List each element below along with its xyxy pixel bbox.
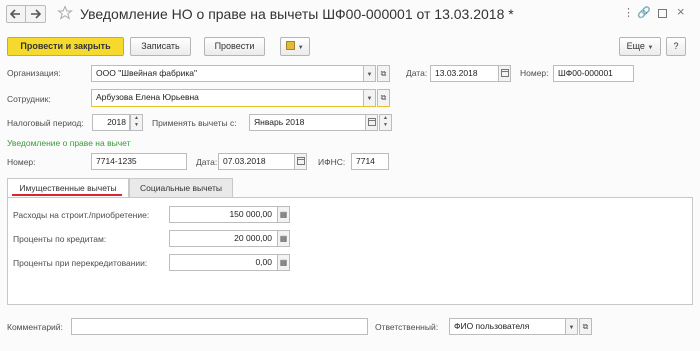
write-button[interactable]: Записать: [130, 37, 191, 56]
apply-from-field[interactable]: Январь 2018: [249, 114, 366, 131]
open-icon: ⧉: [380, 93, 387, 102]
responsible-dropdown-button[interactable]: ▼: [565, 318, 578, 335]
chevron-down-icon: ▼: [647, 45, 654, 51]
step-up-icon: ▲: [383, 115, 388, 121]
construction-field[interactable]: 150 000,00: [169, 206, 278, 223]
employee-dropdown-button[interactable]: ▼: [363, 89, 376, 107]
chevron-down-icon: ▼: [366, 72, 373, 78]
responsible-open-button[interactable]: ⧉: [579, 318, 592, 335]
calculator-icon: ▦: [279, 258, 288, 267]
ifns-label: ИФНС:: [318, 157, 346, 167]
interest-field[interactable]: 20 000,00: [169, 230, 278, 247]
chevron-down-icon: ▼: [366, 96, 373, 102]
org-open-button[interactable]: ⧉: [377, 65, 390, 82]
print-icon: [286, 41, 296, 50]
calculator-icon: ▦: [279, 210, 288, 219]
date-calendar-button[interactable]: [498, 65, 511, 82]
notice-number-field[interactable]: 7714-1235: [91, 153, 187, 170]
ifns-field[interactable]: 7714: [351, 153, 389, 170]
post-button[interactable]: Провести: [204, 37, 265, 56]
tax-period-stepper[interactable]: ▲ ▼: [130, 114, 143, 131]
refinance-calc-button[interactable]: ▦: [277, 254, 290, 271]
number-field[interactable]: ШФ00-000001: [553, 65, 634, 82]
step-up-icon: ▲: [134, 115, 139, 121]
link-icon[interactable]: 🔗: [637, 6, 651, 19]
interest-calc-button[interactable]: ▦: [277, 230, 290, 247]
step-down-icon: ▼: [383, 122, 388, 128]
more-button[interactable]: Еще ▼: [619, 37, 661, 56]
notice-section-title: Уведомление о праве на вычет: [7, 138, 131, 148]
org-field[interactable]: ООО "Швейная фабрика": [91, 65, 364, 82]
interest-label: Проценты по кредитам:: [13, 234, 107, 244]
favorite-button[interactable]: [57, 5, 73, 21]
apply-from-calendar-button[interactable]: [365, 114, 378, 131]
apply-from-stepper[interactable]: ▲ ▼: [379, 114, 392, 131]
print-dropdown-button[interactable]: ▼: [280, 37, 310, 56]
number-label: Номер:: [520, 68, 549, 78]
notice-date-label: Дата:: [196, 157, 218, 167]
calculator-icon: ▦: [279, 234, 288, 243]
calendar-icon: [296, 157, 305, 165]
construction-calc-button[interactable]: ▦: [277, 206, 290, 223]
comment-label: Комментарий:: [7, 322, 63, 332]
maximize-icon[interactable]: [658, 9, 667, 18]
org-dropdown-button[interactable]: ▼: [363, 65, 376, 82]
construction-label: Расходы на строит./приобретение:: [13, 210, 150, 220]
chevron-down-icon: ▼: [568, 325, 575, 331]
refinance-field[interactable]: 0,00: [169, 254, 278, 271]
refinance-label: Проценты при перекредитовании:: [13, 258, 148, 268]
active-tab-underline: [12, 194, 122, 196]
tax-period-field[interactable]: 2018: [92, 114, 130, 131]
post-and-close-button[interactable]: Провести и закрыть: [7, 37, 124, 56]
date-label: Дата:: [406, 68, 428, 78]
back-button[interactable]: [6, 5, 26, 23]
star-icon: [57, 5, 73, 20]
tax-period-label: Налоговый период:: [7, 118, 84, 128]
forward-button[interactable]: [26, 5, 46, 23]
help-button[interactable]: ?: [666, 37, 686, 56]
arrow-left-icon: [9, 9, 20, 19]
more-label: Еще: [626, 41, 645, 51]
close-icon[interactable]: ×: [677, 4, 685, 19]
open-icon: ⧉: [380, 69, 387, 78]
chevron-down-icon: ▼: [297, 45, 304, 51]
employee-label: Сотрудник:: [7, 94, 51, 104]
calendar-icon: [500, 69, 509, 77]
apply-from-label: Применять вычеты с:: [152, 118, 237, 128]
calendar-icon: [367, 118, 376, 126]
page-title: Уведомление НО о праве на вычеты ШФ00-00…: [80, 6, 514, 22]
comment-field[interactable]: [71, 318, 368, 335]
org-label: Организация:: [7, 68, 61, 78]
notice-date-field[interactable]: 07.03.2018: [218, 153, 295, 170]
window-menu-icon[interactable]: ⋮: [623, 8, 634, 19]
responsible-field[interactable]: ФИО пользователя: [449, 318, 566, 335]
date-field[interactable]: 13.03.2018: [430, 65, 499, 82]
notice-date-calendar-button[interactable]: [294, 153, 307, 170]
notice-number-label: Номер:: [7, 157, 36, 167]
arrow-right-icon: [31, 9, 42, 19]
employee-field[interactable]: Арбузова Елена Юрьевна: [91, 89, 364, 107]
open-icon: ⧉: [582, 322, 589, 331]
tab-social-deductions[interactable]: Социальные вычеты: [129, 178, 233, 198]
employee-open-button[interactable]: ⧉: [377, 89, 390, 107]
responsible-label: Ответственный:: [375, 322, 439, 332]
step-down-icon: ▼: [134, 122, 139, 128]
